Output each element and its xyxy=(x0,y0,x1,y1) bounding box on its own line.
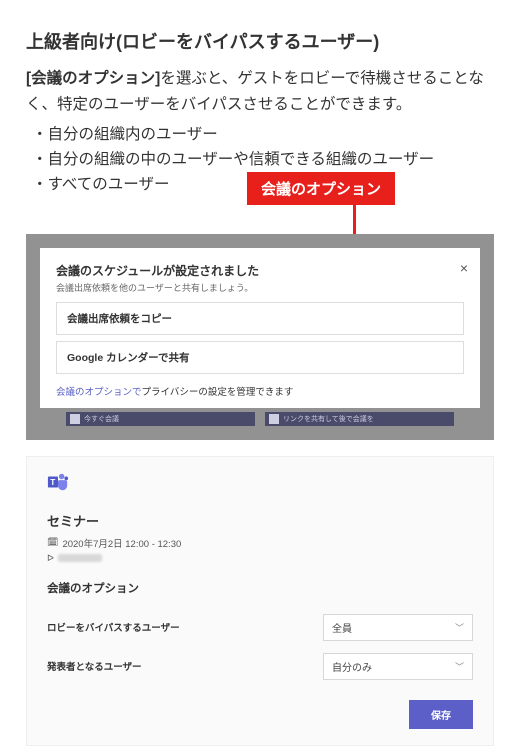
meeting-title: セミナー xyxy=(47,511,473,530)
google-calendar-button[interactable]: Google カレンダーで共有 xyxy=(56,341,464,374)
organizer-redacted xyxy=(58,554,102,562)
save-button[interactable]: 保存 xyxy=(409,700,473,729)
meeting-options-heading: 会議のオプション xyxy=(47,580,473,596)
option-row-presenter: 発表者となるユーザー 自分のみ ﹀ xyxy=(47,647,473,686)
meeting-datetime-text: 2020年7月2日 12:00 - 12:30 xyxy=(62,536,181,550)
person-icon: ᐅ xyxy=(47,553,54,564)
bypass-label: ロビーをバイパスするユーザー xyxy=(47,620,180,634)
options-hint-text: プライバシーの設定を管理できます xyxy=(142,387,294,398)
bypass-select-value: 全員 xyxy=(332,620,352,635)
schedule-card-subtitle: 会議出席依頼を他のユーザーと共有しましょう。 xyxy=(56,281,464,294)
bullet-item: 自分の組織の中のユーザーや信頼できる組織のユーザー xyxy=(32,148,494,173)
option-row-bypass: ロビーをバイパスするユーザー 全員 ﹀ xyxy=(47,608,473,647)
taskbar: 今すぐ会議 リンクを共有して後で会議を xyxy=(40,408,480,426)
meeting-datetime: 🗓 2020年7月2日 12:00 - 12:30 xyxy=(47,536,473,550)
lead-strong: [会議のオプション] xyxy=(26,70,160,87)
copy-invite-button[interactable]: 会議出席依頼をコピー xyxy=(56,302,464,335)
schedule-card-title: 会議のスケジュールが設定されました xyxy=(56,262,464,279)
chevron-down-icon: ﹀ xyxy=(455,660,464,673)
options-hint: 会議のオプションでプライバシーの設定を管理できます xyxy=(56,380,464,398)
close-icon[interactable]: × xyxy=(460,260,468,276)
presenter-label: 発表者となるユーザー xyxy=(47,659,142,673)
taskbar-chip: 今すぐ会議 xyxy=(66,412,255,426)
section-title: 上級者向け(ロビーをバイパスするユーザー) xyxy=(26,28,494,54)
callout-badge: 会議のオプション xyxy=(247,172,395,205)
meeting-options-link[interactable]: 会議のオプションで xyxy=(56,387,142,398)
meeting-organizer: ᐅ xyxy=(47,553,473,564)
presenter-select[interactable]: 自分のみ ﹀ xyxy=(323,653,473,680)
screenshot-schedule-confirm: × 会議のスケジュールが設定されました 会議出席依頼を他のユーザーと共有しましょ… xyxy=(26,234,494,440)
screenshot-meeting-options: T セミナー 🗓 2020年7月2日 12:00 - 12:30 ᐅ 会議のオプ… xyxy=(26,456,494,746)
svg-text:T: T xyxy=(50,477,55,486)
presenter-select-value: 自分のみ xyxy=(332,659,372,674)
bullet-item: 自分の組織内のユーザー xyxy=(32,123,494,148)
taskbar-chip: リンクを共有して後で会議を xyxy=(265,412,454,426)
calendar-icon: 🗓 xyxy=(47,537,58,548)
bypass-select[interactable]: 全員 ﹀ xyxy=(323,614,473,641)
schedule-card: × 会議のスケジュールが設定されました 会議出席依頼を他のユーザーと共有しましょ… xyxy=(40,248,480,408)
lead-paragraph: [会議のオプション]を選ぶと、ゲストをロビーで待機させることなく、特定のユーザー… xyxy=(26,66,494,117)
teams-icon: T xyxy=(47,471,69,493)
chevron-down-icon: ﹀ xyxy=(455,621,464,634)
